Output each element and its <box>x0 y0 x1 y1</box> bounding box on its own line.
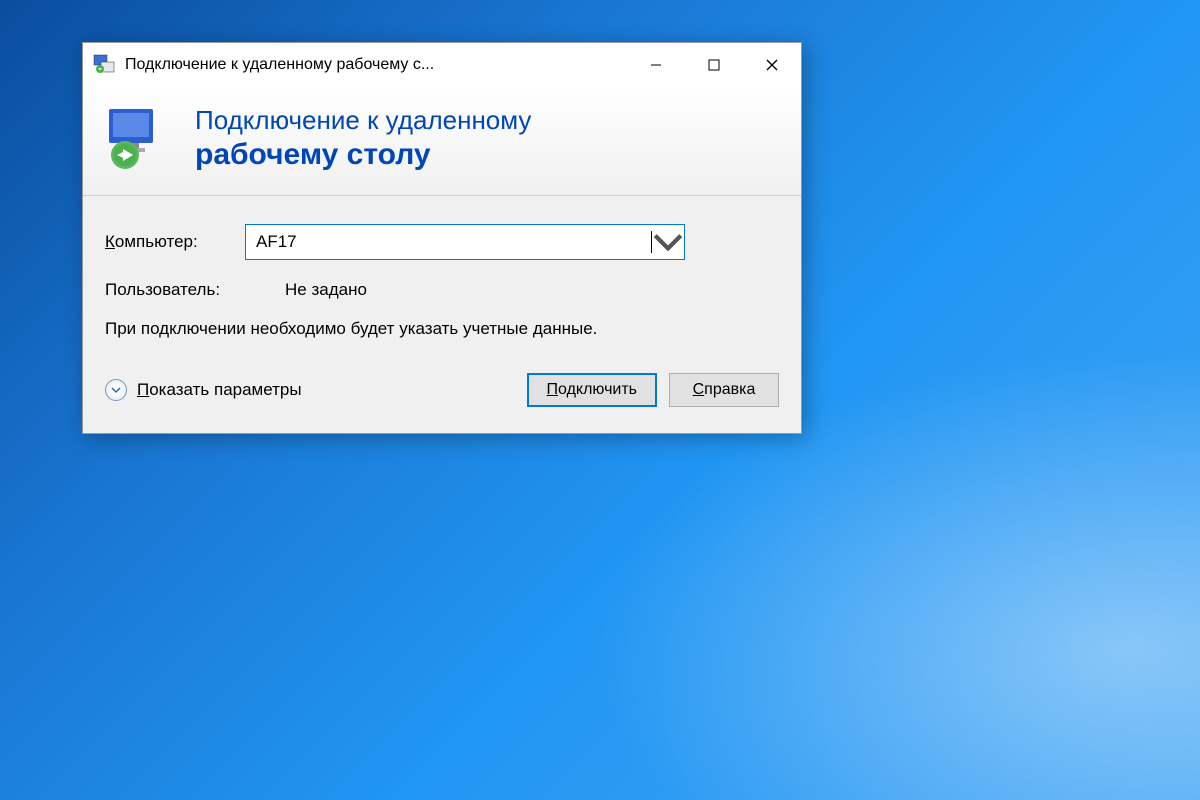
rdp-header-icon <box>103 105 171 173</box>
chevron-down-icon[interactable] <box>652 226 684 258</box>
maximize-button[interactable] <box>685 43 743 87</box>
close-button[interactable] <box>743 43 801 87</box>
show-options-label: Показать параметры <box>137 380 302 400</box>
header-line1: Подключение к удаленному <box>195 105 531 136</box>
computer-label: Компьютер: <box>105 232 245 252</box>
dialog-body: Компьютер: AF17 Пользователь: Не задано … <box>83 196 801 433</box>
minimize-button[interactable] <box>627 43 685 87</box>
computer-combobox[interactable]: AF17 <box>245 224 685 260</box>
header-text-block: Подключение к удаленному рабочему столу <box>195 105 531 172</box>
credentials-info-text: При подключении необходимо будет указать… <box>105 318 665 341</box>
rdp-dialog: Подключение к удаленному рабочему с... <box>82 42 802 434</box>
help-button[interactable]: Справка <box>669 373 779 407</box>
window-controls <box>627 43 801 87</box>
connect-button[interactable]: Подключить <box>527 373 657 407</box>
titlebar[interactable]: Подключение к удаленному рабочему с... <box>83 43 801 87</box>
window-title: Подключение к удаленному рабочему с... <box>125 56 627 74</box>
computer-input-value[interactable]: AF17 <box>256 231 652 253</box>
chevron-down-circle-icon <box>105 379 127 401</box>
computer-row: Компьютер: AF17 <box>105 224 779 260</box>
rdp-app-icon <box>93 54 115 76</box>
dialog-header: Подключение к удаленному рабочему столу <box>83 87 801 196</box>
user-label: Пользователь: <box>105 280 285 300</box>
show-options-link[interactable]: Показать параметры <box>105 379 302 401</box>
user-value: Не задано <box>285 280 367 300</box>
dialog-footer: Показать параметры Подключить Справка <box>105 373 779 411</box>
user-row: Пользователь: Не задано <box>105 280 779 300</box>
header-line2: рабочему столу <box>195 137 531 173</box>
